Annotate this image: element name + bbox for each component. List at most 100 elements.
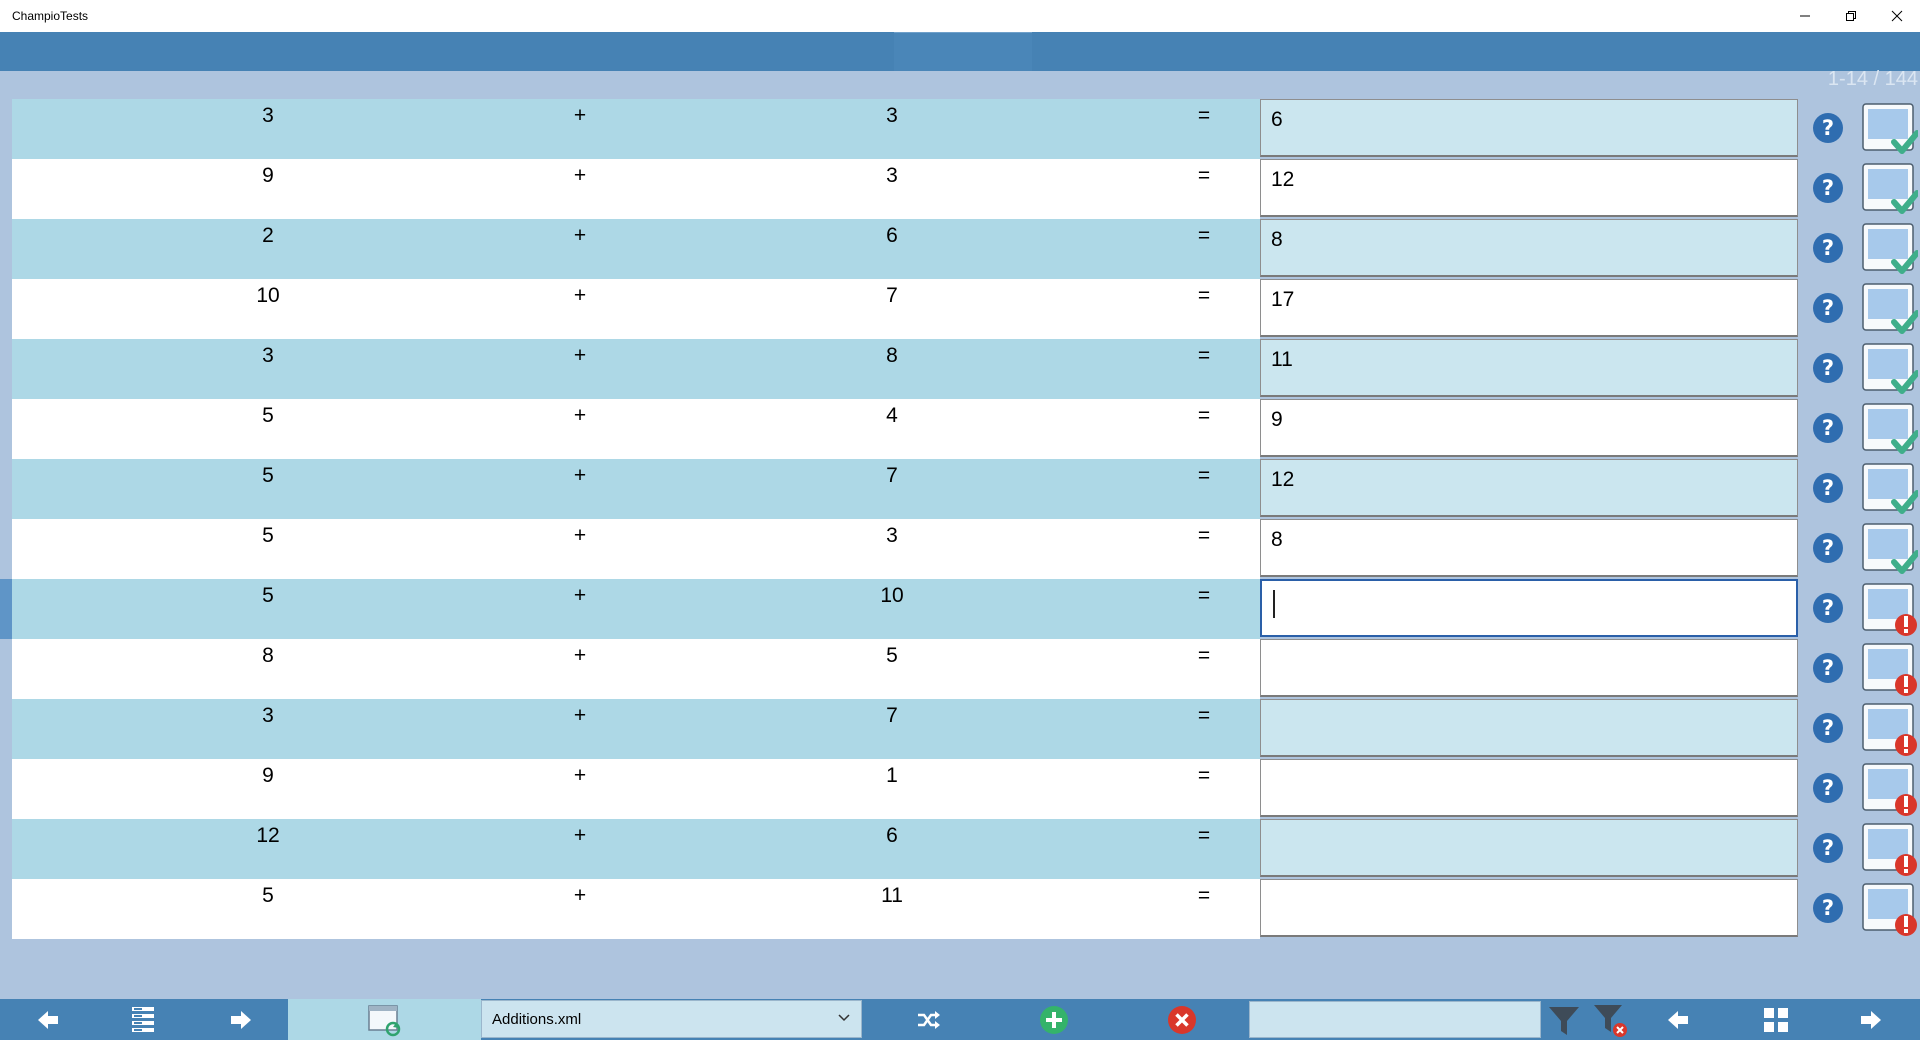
filter-button[interactable] xyxy=(1544,999,1584,1040)
monitor-status-icon xyxy=(1862,103,1920,154)
equation: 5 +10 = xyxy=(12,579,1260,639)
help-icon: ? xyxy=(1813,113,1843,143)
first-operand: 9 xyxy=(262,764,274,787)
equals-sign: = xyxy=(1197,704,1211,727)
answer-input[interactable]: 9 xyxy=(1260,399,1798,457)
refresh-window-button[interactable] xyxy=(357,999,413,1040)
answer-value: 12 xyxy=(1271,468,1295,491)
operator: + xyxy=(573,584,587,607)
delete-button[interactable] xyxy=(1154,999,1210,1040)
answer-input[interactable] xyxy=(1260,759,1798,817)
restore-icon xyxy=(1846,11,1856,21)
file-select-value: Additions.xml xyxy=(492,1011,582,1028)
monitor-status-icon xyxy=(1862,703,1917,756)
status-correct[interactable] xyxy=(1860,282,1920,336)
first-operand: 3 xyxy=(262,704,274,727)
help-button[interactable]: ? xyxy=(1812,472,1844,504)
restore-button[interactable] xyxy=(1828,0,1874,32)
arrow-right-icon xyxy=(231,1010,251,1029)
title-bar: ChampioTests xyxy=(0,0,1920,32)
answer-input[interactable]: 8 xyxy=(1260,219,1798,277)
answer-input[interactable]: 6 xyxy=(1260,99,1798,157)
status-error[interactable] xyxy=(1860,762,1918,816)
page-previous-button[interactable] xyxy=(1650,999,1706,1040)
answer-value: 11 xyxy=(1271,348,1293,371)
help-button[interactable]: ? xyxy=(1812,232,1844,264)
operator: + xyxy=(573,164,587,187)
second-operand: 5 xyxy=(886,644,898,667)
status-error[interactable] xyxy=(1860,582,1918,636)
next-button[interactable] xyxy=(213,999,269,1040)
status-error[interactable] xyxy=(1860,822,1918,876)
help-button[interactable]: ? xyxy=(1812,712,1844,744)
status-error[interactable] xyxy=(1860,882,1918,936)
status-error[interactable] xyxy=(1860,702,1918,756)
help-button[interactable]: ? xyxy=(1812,352,1844,384)
answer-input[interactable] xyxy=(1260,579,1798,637)
second-operand: 10 xyxy=(880,584,904,607)
equals-sign: = xyxy=(1197,224,1211,247)
answer-input[interactable]: 11 xyxy=(1260,339,1798,397)
exercise-row: 5 +4 = 9? xyxy=(12,399,1920,459)
exercise-row: 5 +3 = 8? xyxy=(12,519,1920,579)
search-input[interactable] xyxy=(1249,1001,1541,1038)
answer-input[interactable] xyxy=(1260,879,1798,937)
minimize-button[interactable] xyxy=(1782,0,1828,32)
help-button[interactable]: ? xyxy=(1812,592,1844,624)
help-button[interactable]: ? xyxy=(1812,172,1844,204)
svg-text:?: ? xyxy=(1822,656,1834,680)
second-operand: 3 xyxy=(886,524,898,547)
shuffle-button[interactable] xyxy=(900,999,956,1040)
operator: + xyxy=(573,464,587,487)
svg-text:?: ? xyxy=(1822,476,1834,500)
status-correct[interactable] xyxy=(1860,402,1920,456)
status-correct[interactable] xyxy=(1860,522,1920,576)
status-correct[interactable] xyxy=(1860,162,1920,216)
svg-text:?: ? xyxy=(1822,716,1834,740)
first-operand: 5 xyxy=(262,884,274,907)
add-button[interactable] xyxy=(1026,999,1082,1040)
status-correct[interactable] xyxy=(1860,342,1920,396)
answer-input[interactable]: 8 xyxy=(1260,519,1798,577)
grid-view-button[interactable] xyxy=(1748,999,1804,1040)
help-button[interactable]: ? xyxy=(1812,772,1844,804)
help-button[interactable]: ? xyxy=(1812,112,1844,144)
answer-input[interactable]: 12 xyxy=(1260,159,1798,217)
page-next-button[interactable] xyxy=(1843,999,1899,1040)
text-caret xyxy=(1273,590,1275,618)
help-icon: ? xyxy=(1813,233,1843,263)
answer-input[interactable] xyxy=(1260,819,1798,877)
second-operand: 3 xyxy=(886,164,898,187)
clear-filter-button[interactable] xyxy=(1590,999,1630,1040)
answer-value: 9 xyxy=(1271,408,1283,431)
header-bar: 1-14 / 144 xyxy=(0,32,1920,90)
page-right-icon xyxy=(1861,1010,1881,1029)
second-operand: 1 xyxy=(886,764,898,787)
help-button[interactable]: ? xyxy=(1812,532,1844,564)
equals-sign: = xyxy=(1197,644,1211,667)
answer-input[interactable] xyxy=(1260,639,1798,697)
help-button[interactable]: ? xyxy=(1812,892,1844,924)
close-button[interactable] xyxy=(1874,0,1920,32)
answer-input[interactable] xyxy=(1260,699,1798,757)
equation: 9 +1 = xyxy=(12,759,1260,819)
file-select[interactable]: Additions.xml xyxy=(481,1000,862,1038)
help-button[interactable]: ? xyxy=(1812,652,1844,684)
help-button[interactable]: ? xyxy=(1812,832,1844,864)
exclamation-icon xyxy=(1895,854,1917,876)
svg-text:?: ? xyxy=(1822,836,1834,860)
previous-button[interactable] xyxy=(20,999,76,1040)
status-correct[interactable] xyxy=(1860,462,1920,516)
status-error[interactable] xyxy=(1860,642,1918,696)
help-button[interactable]: ? xyxy=(1812,412,1844,444)
status-correct[interactable] xyxy=(1860,222,1920,276)
svg-text:?: ? xyxy=(1822,896,1834,920)
status-correct[interactable] xyxy=(1860,102,1920,156)
answer-input[interactable]: 17 xyxy=(1260,279,1798,337)
second-operand: 7 xyxy=(886,704,898,727)
second-operand: 11 xyxy=(881,884,903,907)
help-button[interactable]: ? xyxy=(1812,292,1844,324)
list-button[interactable] xyxy=(115,999,171,1040)
answer-input[interactable]: 12 xyxy=(1260,459,1798,517)
equals-sign: = xyxy=(1197,584,1211,607)
